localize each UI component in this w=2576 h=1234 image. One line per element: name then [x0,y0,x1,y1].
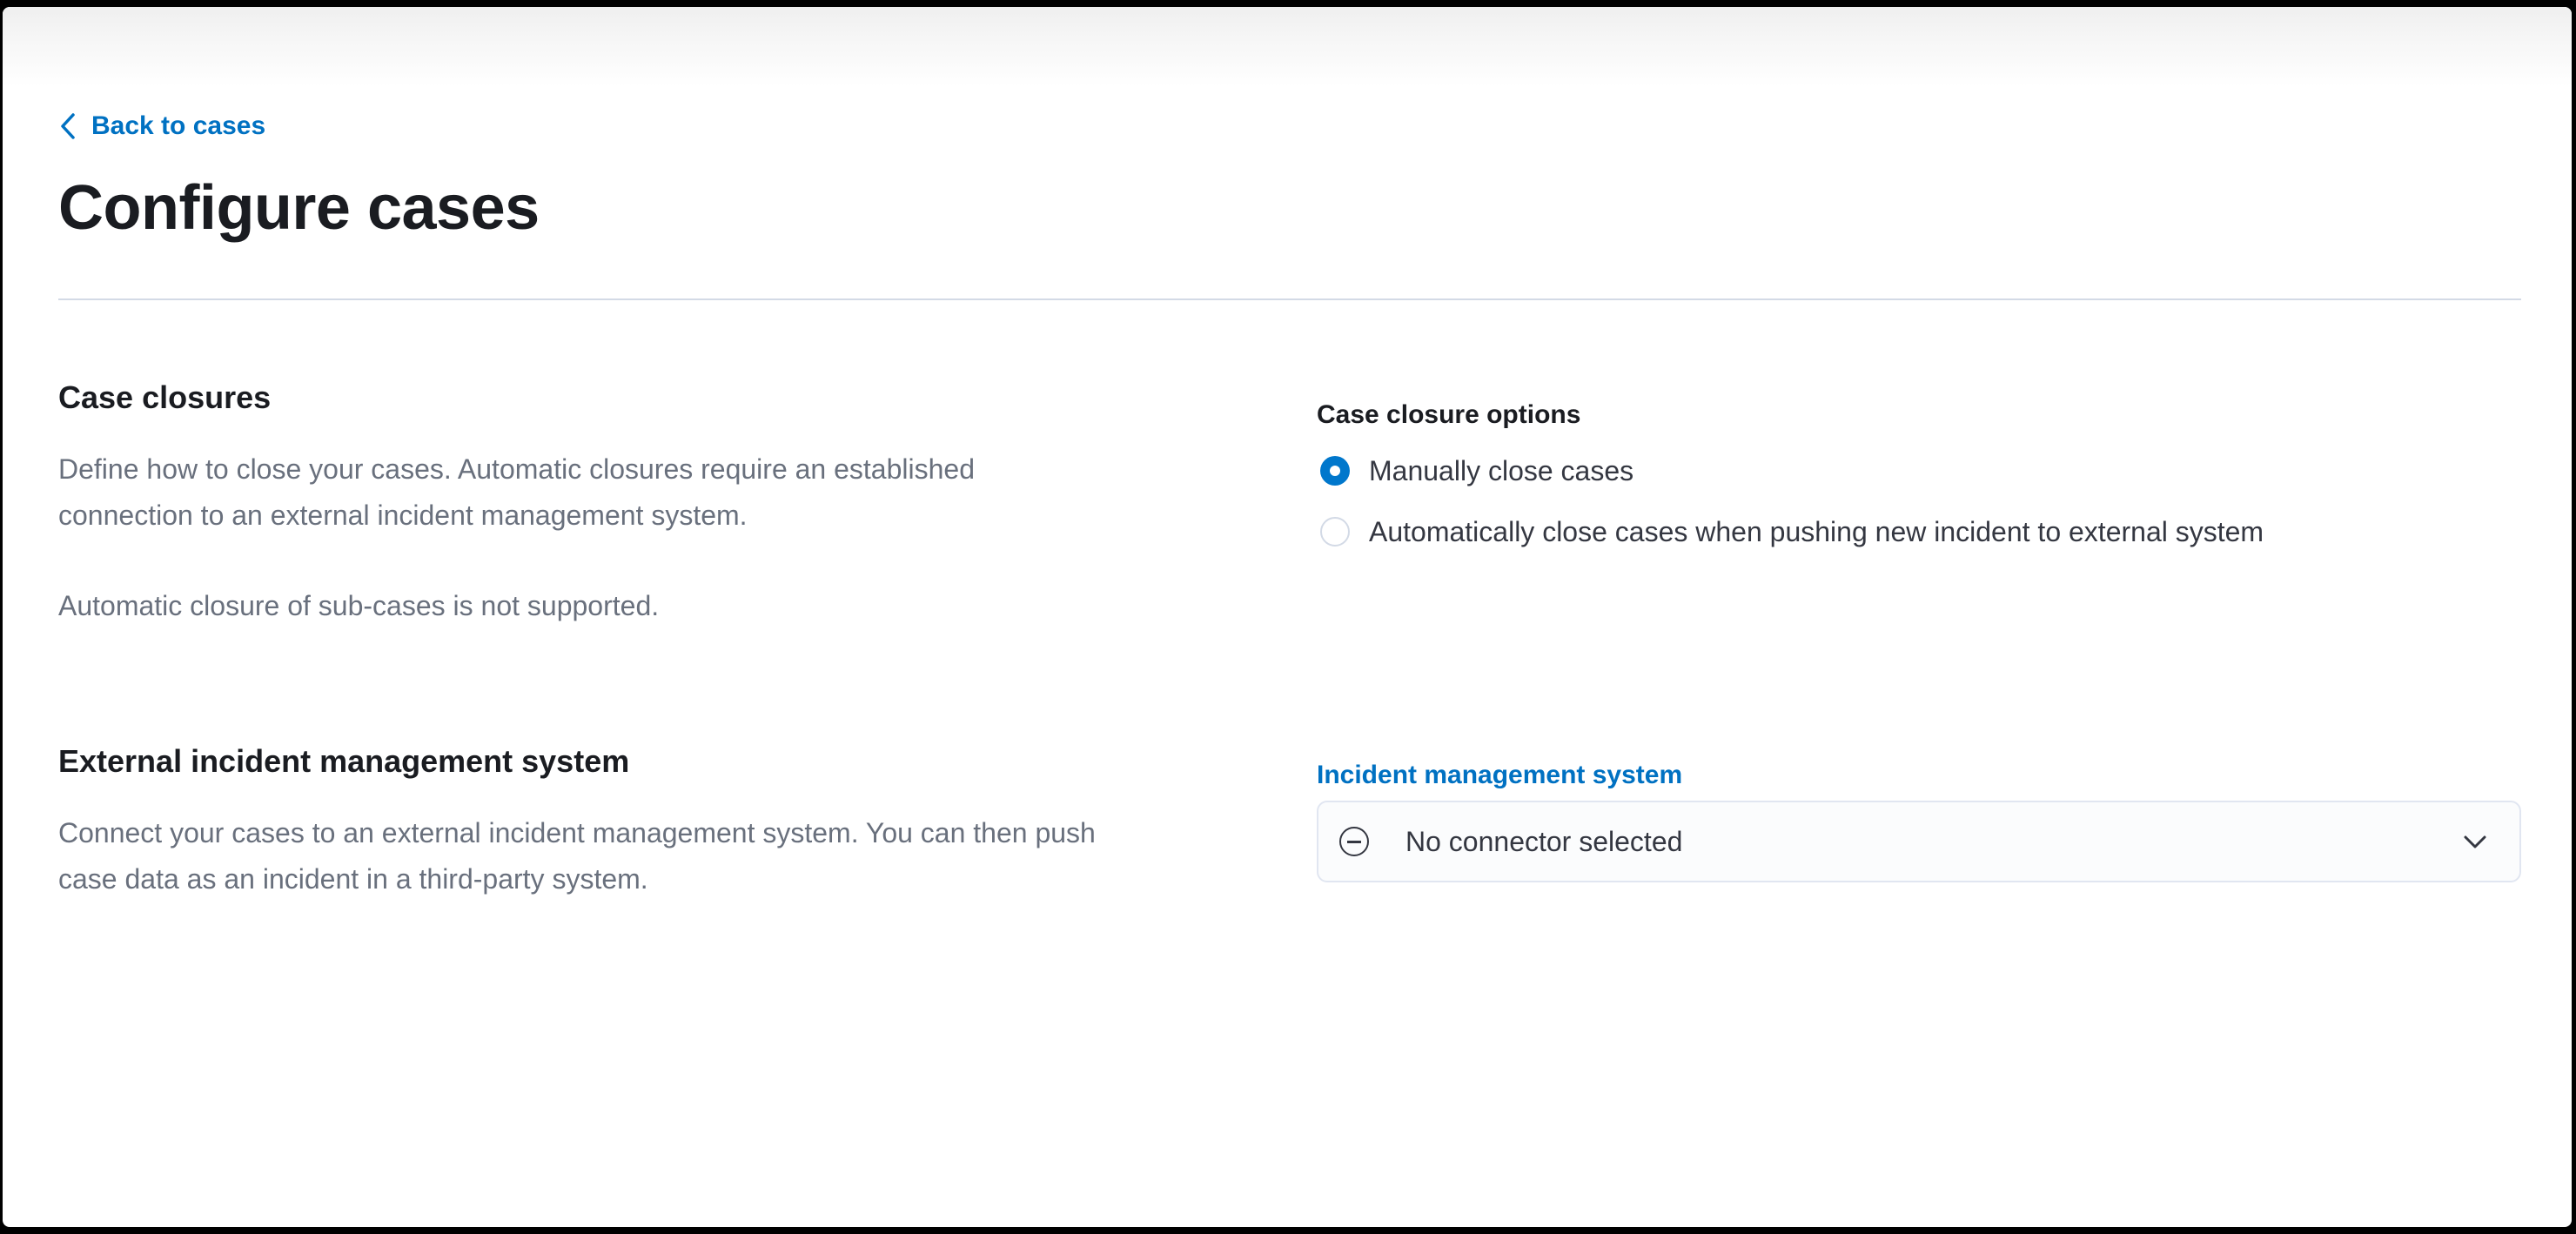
connector-select[interactable]: No connector selected [1317,801,2521,882]
chevron-left-icon [58,111,77,141]
case-closure-options-label: Case closure options [1317,399,2521,432]
header-divider [58,298,2521,300]
back-link-label: Back to cases [91,110,265,143]
app-window: Back to cases Configure cases Case closu… [3,7,2572,1227]
radio-selected-icon[interactable] [1320,456,1350,486]
sub-cases-note: Automatic closure of sub-cases is not su… [58,583,1256,629]
description-line: Connect your cases to an external incide… [58,810,1256,856]
external-system-heading: External incident management system [58,742,1256,781]
radio-label: Automatically close cases when pushing n… [1369,516,2264,548]
case-closure-options-column: Case closure options Manually close case… [1317,379,2521,629]
description-line: Define how to close your cases. Automati… [58,446,1256,493]
chevron-down-icon [2462,828,2488,855]
case-closures-section: Case closures Define how to close your c… [58,379,2521,629]
radio-automatically-close-cases[interactable]: Automatically close cases when pushing n… [1317,501,2521,562]
radio-manually-close-cases[interactable]: Manually close cases [1317,440,2521,501]
incident-management-system-label: Incident management system [1317,759,2521,792]
external-system-section: External incident management system Conn… [58,742,2521,902]
external-system-description: Connect your cases to an external incide… [58,810,1256,902]
case-closures-description: Define how to close your cases. Automati… [58,446,1256,539]
case-closures-description-column: Case closures Define how to close your c… [58,379,1256,629]
configure-cases-page: Back to cases Configure cases Case closu… [3,7,2572,902]
case-closure-radio-group: Manually close cases Automatically close… [1317,440,2521,562]
incident-management-system-column: Incident management system No connector … [1317,742,2521,902]
external-system-description-column: External incident management system Conn… [58,742,1256,902]
back-to-cases-link[interactable]: Back to cases [58,110,265,143]
connector-select-value: No connector selected [1405,826,1682,858]
description-line: connection to an external incident manag… [58,493,1256,539]
description-line: case data as an incident in a third-part… [58,856,1256,902]
radio-unselected-icon[interactable] [1320,517,1350,547]
radio-label: Manually close cases [1369,455,1633,487]
page-title: Configure cases [58,168,2521,248]
minus-in-circle-icon [1339,827,1369,856]
case-closures-heading: Case closures [58,379,1256,417]
